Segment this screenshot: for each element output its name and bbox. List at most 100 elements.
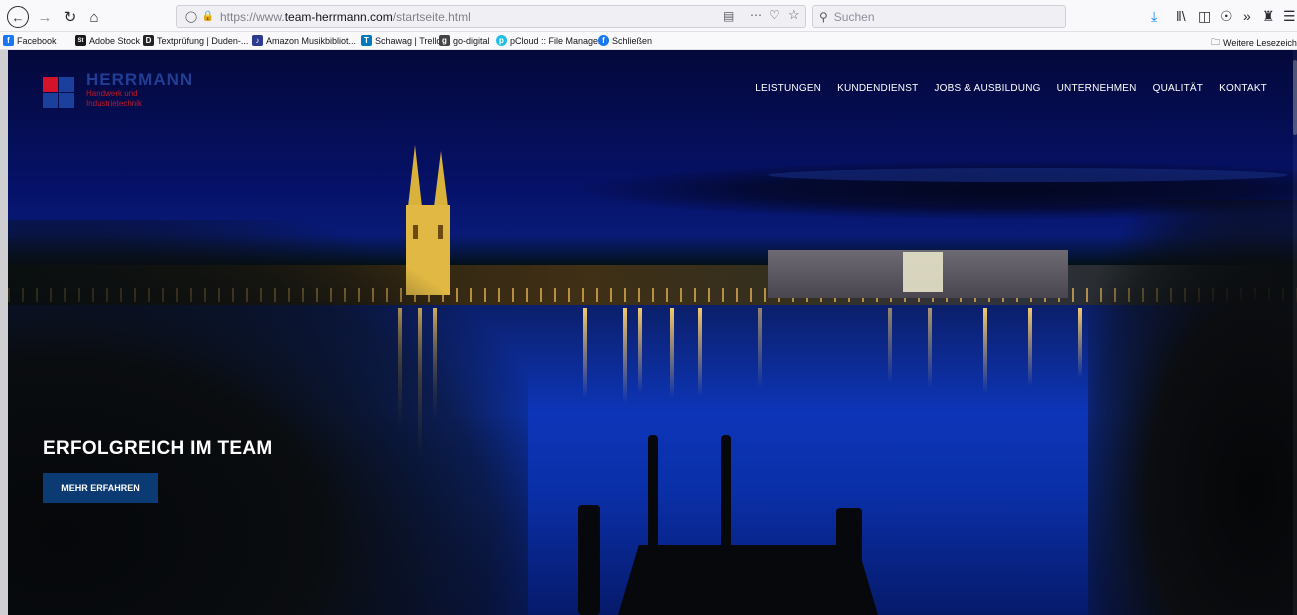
- url-prefix: https://www.: [220, 9, 285, 24]
- page-scrollbar[interactable]: [1293, 50, 1297, 615]
- forward-button[interactable]: →: [34, 6, 56, 28]
- more-info-button[interactable]: MEHR ERFAHREN: [43, 473, 158, 503]
- nav-qualitaet[interactable]: QUALITÄT: [1153, 83, 1204, 94]
- bookmark-label: go-digital: [453, 35, 490, 46]
- scrollbar-thumb[interactable]: [1293, 60, 1297, 135]
- hamburger-icon: ☰: [1283, 7, 1296, 24]
- bookmark-label: pCloud :: File Manager: [510, 35, 602, 46]
- bookmarks-toolbar: f Facebook St Adobe Stock D Textprüfung | D…: [0, 32, 1297, 50]
- nav-leistungen[interactable]: LEISTUNGEN: [755, 83, 821, 94]
- account-icon: ☉: [1220, 7, 1233, 24]
- hero-reflection: [888, 308, 892, 383]
- hero-dock: [618, 545, 878, 615]
- lock-icon[interactable]: 🔒: [201, 11, 215, 22]
- logo-brand: HERRMANN: [86, 70, 194, 89]
- bookmark-label: Textprüfung | Duden-...: [157, 35, 249, 46]
- url-text[interactable]: https://www.team-herrmann.com/startseite…: [220, 10, 471, 24]
- bookmark-go-digital[interactable]: g go-digital: [439, 35, 490, 46]
- search-input[interactable]: [833, 9, 1054, 24]
- library-button[interactable]: ‖\: [1176, 6, 1186, 26]
- reload-button[interactable]: ↻: [59, 6, 81, 28]
- pocket-icon[interactable]: ♡: [769, 8, 780, 22]
- downloads-button[interactable]: ⤓: [1151, 6, 1157, 26]
- sidebar-icon: ◫: [1198, 7, 1212, 24]
- bookmark-trello[interactable]: T Schawag | Trello: [361, 35, 441, 46]
- logo-square-blue: [43, 93, 58, 108]
- app-menu-button[interactable]: ☰: [1283, 6, 1296, 26]
- bookmark-pcloud[interactable]: p pCloud :: File Manager: [496, 35, 601, 46]
- pcloud-icon: p: [496, 35, 507, 46]
- tracking-shield-icon[interactable]: ◯: [181, 10, 201, 23]
- url-path: /startseite.html: [392, 9, 471, 24]
- logo-tagline-line-2: Industrietechnik: [86, 99, 143, 108]
- sidebar-button[interactable]: ◫: [1198, 6, 1211, 26]
- site-logo[interactable]: HERRMANN Handwerk und Industrietechnik: [43, 70, 213, 112]
- home-icon: ⌂: [89, 8, 99, 26]
- bookmark-amazon-music[interactable]: ♪ Amazon Musikbibliot...: [252, 35, 356, 46]
- hero-reflection: [758, 308, 762, 388]
- facebook-icon: f: [3, 35, 14, 46]
- account-button[interactable]: ☉: [1220, 6, 1233, 26]
- bookmark-schliessen[interactable]: f Schließen: [598, 35, 652, 46]
- bookmark-star-icon[interactable]: ☆: [788, 7, 800, 23]
- hero-dock-post: [578, 505, 600, 615]
- nav-kundendienst[interactable]: KUNDENDIENST: [837, 83, 918, 94]
- hero-hotel-building: [768, 250, 1068, 298]
- hero-reflection: [1028, 308, 1032, 386]
- hero-reflection: [638, 308, 642, 393]
- bookmark-facebook[interactable]: f Facebook: [3, 35, 57, 46]
- extension-icon: ♜: [1262, 7, 1275, 24]
- nav-jobs-ausbildung[interactable]: JOBS & AUSBILDUNG: [934, 83, 1040, 94]
- hero-reeds-left: [8, 220, 528, 615]
- extensions-button[interactable]: ♜: [1262, 6, 1275, 26]
- page-actions-icon[interactable]: ⋯: [750, 8, 763, 22]
- bookmark-duden[interactable]: D Textprüfung | Duden-...: [143, 35, 248, 46]
- reader-view-icon[interactable]: ▤: [723, 9, 734, 23]
- hero-background: [8, 50, 1297, 615]
- hero-reflection: [670, 308, 674, 398]
- duden-icon: D: [143, 35, 154, 46]
- url-bar[interactable]: ◯ 🔒 https://www.team-herrmann.com/starts…: [176, 5, 806, 28]
- bookmark-label: Adobe Stock: [89, 35, 141, 46]
- other-bookmarks-label: Weitere Lesezeichen: [1223, 38, 1297, 48]
- hero-reflection: [623, 308, 627, 403]
- amazon-music-icon: ♪: [252, 35, 263, 46]
- hero-ladder-rail: [721, 435, 731, 550]
- hero-reflection: [1078, 308, 1082, 378]
- hero-headline: ERFOLGREICH IM TEAM: [43, 438, 273, 459]
- nav-unternehmen[interactable]: UNTERNEHMEN: [1057, 83, 1137, 94]
- go-digital-icon: g: [439, 35, 450, 46]
- bookmark-label: Schawag | Trello: [375, 35, 442, 46]
- hero-reflection: [583, 308, 587, 398]
- adobe-stock-icon: St: [75, 35, 86, 46]
- trello-icon: T: [361, 35, 372, 46]
- search-bar[interactable]: ⚲: [812, 5, 1066, 28]
- hero-reflection: [928, 308, 932, 388]
- chevrons-right-icon: »: [1243, 8, 1251, 24]
- logo-tagline-line-1: Handwerk und: [86, 89, 138, 98]
- arrow-right-icon: →: [37, 8, 53, 26]
- hero-reflection: [983, 308, 987, 393]
- home-button[interactable]: ⌂: [83, 6, 105, 28]
- browser-toolbar: ← → ↻ ⌂ ◯ 🔒 https://www.team-herrmann.co…: [0, 0, 1297, 32]
- url-domain: team-herrmann.com: [284, 9, 393, 24]
- reload-icon: ↻: [63, 9, 77, 26]
- hero-lit-window: [903, 252, 943, 292]
- bookmark-adobe-stock[interactable]: St Adobe Stock: [75, 35, 140, 46]
- window-edge: [0, 50, 8, 615]
- nav-kontakt[interactable]: KONTAKT: [1219, 83, 1267, 94]
- hero-reflection: [698, 308, 702, 396]
- folder-icon: 🗀: [1211, 37, 1221, 47]
- main-nav: LEISTUNGEN KUNDENDIENST JOBS & AUSBILDUN…: [755, 83, 1267, 94]
- logo-tagline: Handwerk und Industrietechnik: [86, 89, 142, 109]
- logo-square-blue: [59, 77, 74, 92]
- page-viewport: HERRMANN Handwerk und Industrietechnik LE…: [8, 50, 1297, 615]
- bookmark-label: Schließen: [612, 35, 653, 46]
- logo-square-red: [43, 77, 58, 92]
- other-bookmarks[interactable]: 🗀Weitere Lesezeichen: [1211, 35, 1297, 51]
- back-button[interactable]: ←: [7, 6, 29, 28]
- overflow-menu-button[interactable]: »: [1243, 6, 1251, 26]
- hero-cloud-highlight: [768, 168, 1288, 182]
- hero-reeds-right: [1088, 200, 1297, 615]
- library-icon: ‖\: [1176, 8, 1186, 24]
